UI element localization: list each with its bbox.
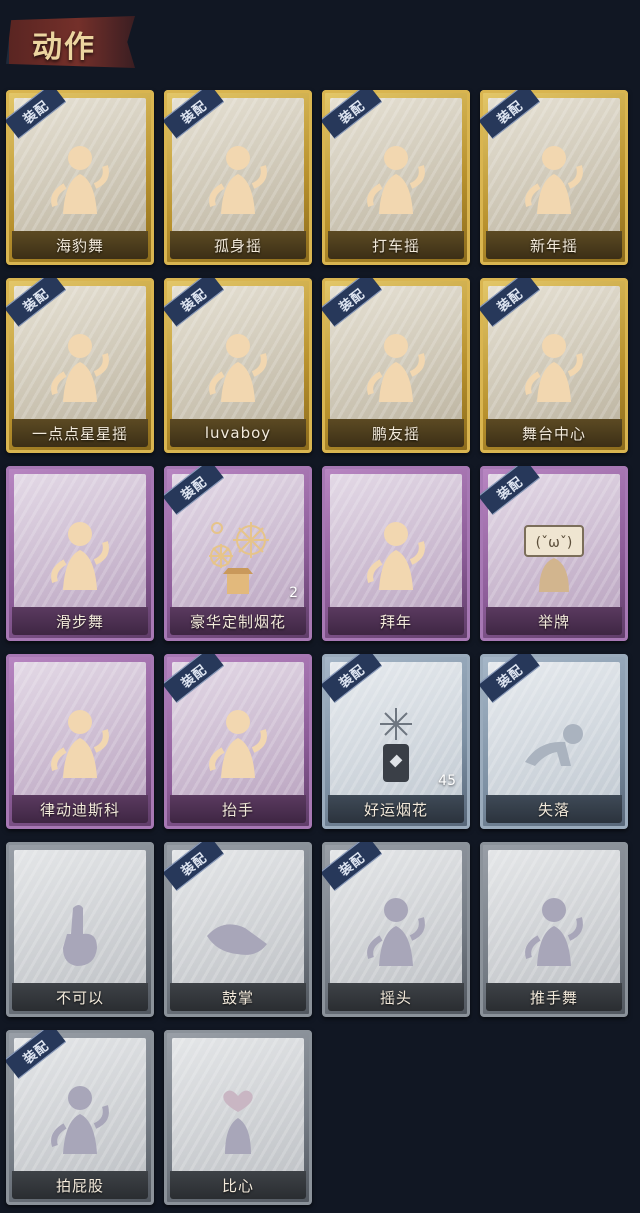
section-header: 动作 bbox=[4, 6, 135, 78]
action-card[interactable]: 装配 2 豪华定制烟花 bbox=[164, 466, 312, 641]
card-label-bar: 孤身摇 bbox=[170, 231, 306, 259]
action-card[interactable]: 装配 鹏友摇 bbox=[322, 278, 470, 453]
firework-box-icon bbox=[193, 512, 283, 602]
action-card[interactable]: 装配 新年摇 bbox=[480, 90, 628, 265]
action-name: 孤身摇 bbox=[213, 236, 262, 255]
action-card[interactable]: 装配 失落 bbox=[480, 654, 628, 829]
pat-pose-icon bbox=[35, 1076, 125, 1166]
page-title: 动作 bbox=[32, 30, 96, 65]
card-label-bar: 推手舞 bbox=[486, 983, 622, 1011]
card-label-bar: 一点点星星摇 bbox=[12, 419, 148, 447]
item-count: 45 bbox=[438, 773, 456, 789]
action-name: 不可以 bbox=[55, 988, 104, 1007]
card-label-bar: luvaboy bbox=[170, 419, 306, 447]
card-label-bar: 豪华定制烟花 bbox=[170, 607, 306, 635]
action-card[interactable]: 装配 一点点星星摇 bbox=[6, 278, 154, 453]
finger-wag-icon bbox=[35, 888, 125, 978]
action-name: 舞台中心 bbox=[521, 424, 586, 443]
dance-pose-icon bbox=[35, 512, 125, 602]
raise-hand-icon bbox=[193, 700, 283, 790]
card-label-bar: 好运烟花 bbox=[328, 795, 464, 823]
disco-pose-icon bbox=[35, 700, 125, 790]
action-card[interactable]: 比心 bbox=[164, 1030, 312, 1205]
card-label-bar: 鹏友摇 bbox=[328, 419, 464, 447]
card-label-bar: 抬手 bbox=[170, 795, 306, 823]
action-name: 拍屁股 bbox=[55, 1176, 104, 1195]
action-name: 拜年 bbox=[379, 612, 412, 631]
action-name: 律动迪斯科 bbox=[39, 800, 120, 819]
push-hand-icon bbox=[509, 888, 599, 978]
action-name: 新年摇 bbox=[529, 236, 578, 255]
card-label-bar: 打车摇 bbox=[328, 231, 464, 259]
hold-sign-icon: (ˇωˇ) bbox=[509, 512, 599, 602]
action-card[interactable]: 装配 摇头 bbox=[322, 842, 470, 1017]
dance-pose-icon bbox=[35, 136, 125, 226]
action-card[interactable]: (ˇωˇ) 装配 举牌 bbox=[480, 466, 628, 641]
action-card[interactable]: 拜年 bbox=[322, 466, 470, 641]
action-name: 举牌 bbox=[537, 612, 570, 631]
action-name: 失落 bbox=[537, 800, 570, 819]
card-label-bar: 律动迪斯科 bbox=[12, 795, 148, 823]
action-card[interactable]: 装配 舞台中心 bbox=[480, 278, 628, 453]
action-card[interactable]: 装配 抬手 bbox=[164, 654, 312, 829]
svg-text:(ˇωˇ): (ˇωˇ) bbox=[536, 535, 573, 551]
card-label-bar: 不可以 bbox=[12, 983, 148, 1011]
action-name: 抬手 bbox=[221, 800, 254, 819]
clap-hands-icon bbox=[193, 888, 283, 978]
card-label-bar: 鼓掌 bbox=[170, 983, 306, 1011]
action-card[interactable]: 不可以 bbox=[6, 842, 154, 1017]
action-grid: 装配 海豹舞 装配 孤身摇 装配 打车摇 装配 新年摇装配 一点点星星摇 装配 luvaboy 装配鹏… bbox=[6, 90, 628, 1205]
action-name: 推手舞 bbox=[529, 988, 578, 1007]
action-name: 滑步舞 bbox=[55, 612, 104, 631]
action-card[interactable]: 装配 孤身摇 bbox=[164, 90, 312, 265]
bow-pose-icon bbox=[351, 512, 441, 602]
action-name: 摇头 bbox=[379, 988, 412, 1007]
shake-head-icon bbox=[351, 888, 441, 978]
card-label-bar: 拍屁股 bbox=[12, 1171, 148, 1199]
action-card[interactable]: 滑步舞 bbox=[6, 466, 154, 641]
action-card[interactable]: 律动迪斯科 bbox=[6, 654, 154, 829]
firework-can-icon bbox=[351, 700, 441, 790]
action-name: 好运烟花 bbox=[363, 800, 428, 819]
dance-pose-icon bbox=[509, 136, 599, 226]
card-label-bar: 舞台中心 bbox=[486, 419, 622, 447]
dance-pose-icon bbox=[35, 324, 125, 414]
action-name: luvaboy bbox=[204, 424, 272, 442]
action-name: 比心 bbox=[221, 1176, 254, 1195]
dance-pose-icon bbox=[509, 324, 599, 414]
card-label-bar: 摇头 bbox=[328, 983, 464, 1011]
action-name: 鹏友摇 bbox=[371, 424, 420, 443]
card-label-bar: 举牌 bbox=[486, 607, 622, 635]
action-card[interactable]: 装配 luvaboy bbox=[164, 278, 312, 453]
dance-pose-icon bbox=[351, 324, 441, 414]
action-name: 豪华定制烟花 bbox=[189, 612, 286, 631]
action-name: 鼓掌 bbox=[221, 988, 254, 1007]
action-card[interactable]: 推手舞 bbox=[480, 842, 628, 1017]
dance-pose-icon bbox=[351, 136, 441, 226]
dance-pose-icon bbox=[193, 136, 283, 226]
card-label-bar: 新年摇 bbox=[486, 231, 622, 259]
action-name: 海豹舞 bbox=[55, 236, 104, 255]
action-card[interactable]: 装配 海豹舞 bbox=[6, 90, 154, 265]
action-card[interactable]: 装配 拍屁股 bbox=[6, 1030, 154, 1205]
card-label-bar: 拜年 bbox=[328, 607, 464, 635]
action-name: 打车摇 bbox=[371, 236, 420, 255]
action-name: 一点点星星摇 bbox=[31, 424, 128, 443]
action-card[interactable]: 装配 鼓掌 bbox=[164, 842, 312, 1017]
card-label-bar: 比心 bbox=[170, 1171, 306, 1199]
card-label-bar: 滑步舞 bbox=[12, 607, 148, 635]
card-label-bar: 海豹舞 bbox=[12, 231, 148, 259]
action-card[interactable]: 装配 打车摇 bbox=[322, 90, 470, 265]
crawl-pose-icon bbox=[509, 700, 599, 790]
item-count: 2 bbox=[289, 585, 298, 601]
dance-pose-icon bbox=[193, 324, 283, 414]
card-label-bar: 失落 bbox=[486, 795, 622, 823]
heart-hand-icon bbox=[193, 1076, 283, 1166]
action-card[interactable]: 装配 45 好运烟花 bbox=[322, 654, 470, 829]
